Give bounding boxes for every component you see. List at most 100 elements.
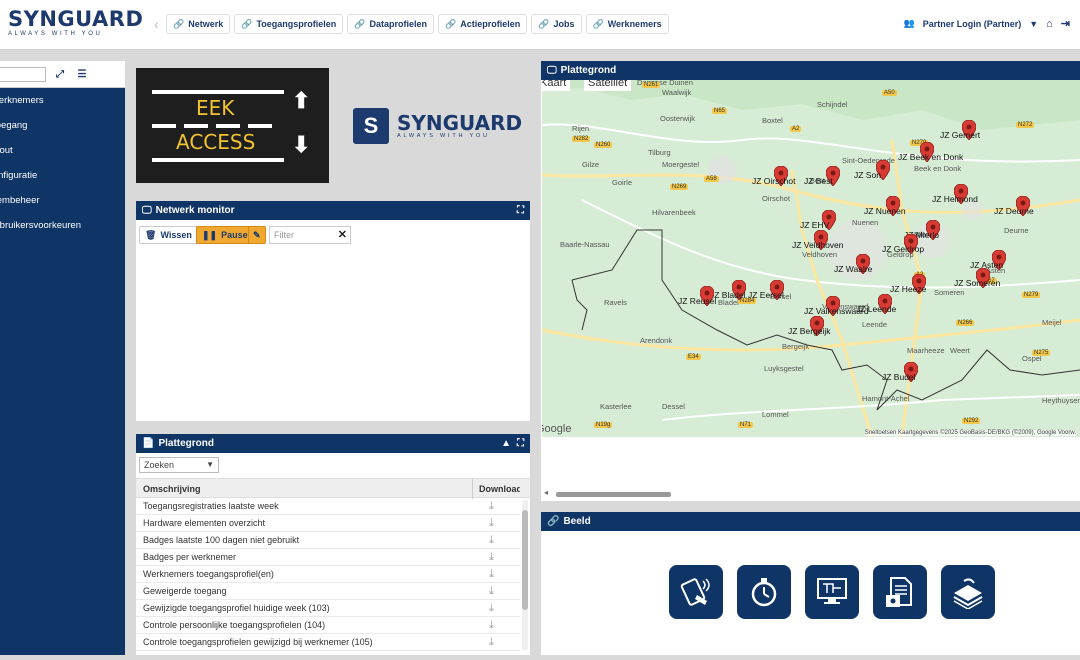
sidebar-item-werknemers[interactable]: Werknemers (0, 91, 125, 111)
map-hscrollbar[interactable]: ◂ (544, 488, 1074, 498)
map-type-satelliet[interactable]: Satelliet (584, 80, 632, 91)
tab-dataprofielen[interactable]: 🔗 Dataprofielen (347, 14, 435, 34)
clear-filter-icon[interactable]: ✕ (338, 227, 347, 243)
pause-button[interactable]: ❚❚ Pause (196, 226, 254, 244)
map-title: Plattegrond (560, 65, 617, 76)
maximize-icon[interactable]: ⛶ (517, 434, 524, 453)
map-pin-label: JZ Helmond (932, 194, 978, 204)
floorplan-monitor-icon[interactable] (805, 565, 859, 619)
map-pin-label: JZ Nuenen (864, 206, 906, 216)
sidebar-search-input[interactable] (0, 67, 46, 82)
map-city-label: Kasterlee (600, 402, 632, 411)
table-row[interactable]: Hardware elementen overzicht ⤓ (136, 515, 520, 532)
map-road-label: N71 (738, 422, 754, 428)
tab-toegangsprofielen[interactable]: 🔗 Toegangsprofielen (234, 14, 344, 34)
sidebar-item-gebruikersvoorkeuren[interactable]: Gebruikersvoorkeuren (0, 216, 125, 236)
logo-name: SYNGUARD (8, 7, 144, 31)
download-icon[interactable]: ⤓ (489, 515, 494, 532)
synguard-logo[interactable]: SYNGUARD ALWAYS WITH YOU (8, 7, 144, 37)
table-row[interactable]: Badges per werknemer ⤓ (136, 549, 520, 566)
tab-jobs[interactable]: 🔗 Jobs (531, 14, 582, 34)
map-panel: 🖵 Plattegrond Kaart Satelliet Dunense Du… (541, 61, 1080, 501)
document-safe-icon[interactable] (873, 565, 927, 619)
maximize-icon[interactable]: ⛶ (517, 201, 524, 220)
table-row[interactable]: Toegangsregistraties laatste week ⤓ (136, 498, 520, 515)
download-icon[interactable]: ⤓ (489, 583, 494, 600)
map-view[interactable]: Kaart Satelliet Dunense Duinen Waalwijk Bo… (542, 80, 1080, 437)
menu-icon[interactable]: ☰ (74, 67, 90, 82)
tab-actieprofielen[interactable]: 🔗 Actieprofielen (438, 14, 528, 34)
map-pin-label: JZ EHV (800, 220, 830, 230)
beeld-panel: 🔗 Beeld (541, 512, 1080, 655)
sidebar-item-systeembeheer[interactable]: Systeembeheer (0, 191, 125, 211)
map-city-label: Meijel (1042, 318, 1062, 327)
table-row[interactable]: Badges laatste 100 dagen niet gebruikt ⤓ (136, 532, 520, 549)
map-city-label: Hilvarenbeek (652, 208, 696, 217)
map-pin-label: JZ Gemert (940, 130, 981, 140)
link-icon: 🔗 (445, 18, 457, 29)
search-select[interactable]: Zoeken ▼ (139, 457, 219, 473)
clear-brush-button[interactable]: ✎ (248, 226, 266, 244)
google-logo: Google (542, 423, 572, 435)
map-city-label: Maarheeze (907, 346, 945, 355)
sidebar-item-configuratie[interactable]: Configuratie (0, 166, 125, 186)
map-city-label: Boxtel (762, 116, 783, 125)
arrow-up-icon: ⬆ (292, 88, 311, 113)
sidebar-item-lay-out[interactable]: Lay-out (0, 141, 125, 161)
table-row[interactable]: Controle persoonlijke toegangsprofielen … (136, 617, 520, 634)
map-attribution[interactable]: Sneltoetsen Kaartgegevens ©2025 GeoBasis… (864, 430, 1076, 436)
map-pin-label: JZ Valkenswaard (804, 306, 869, 316)
download-icon[interactable]: ⤓ (489, 532, 494, 549)
map-city-label: Bergeijk (782, 342, 810, 351)
table-scrollbar[interactable] (522, 500, 528, 650)
map-city-label: Goirle (612, 178, 633, 187)
tab-netwerk[interactable]: 🔗 Netwerk (166, 14, 231, 34)
sidebar-item-toegang[interactable]: Toegang (0, 116, 125, 136)
badge-reader-icon[interactable] (669, 565, 723, 619)
download-icon[interactable]: ⤓ (489, 634, 494, 651)
scroll-left-icon[interactable]: ◂ (544, 488, 548, 497)
tab-werknemers[interactable]: 🔗 Werknemers (585, 14, 669, 34)
download-icon[interactable]: ⤓ (489, 498, 494, 515)
table-row[interactable]: Controle toegangsprofielen gewijzigd bij… (136, 634, 520, 651)
user-area: 👥 Partner Login (Partner) ▼ ⌂ ⇥ (903, 17, 1070, 31)
users-icon: 👥 (903, 18, 915, 28)
collapse-icon[interactable]: ▲ (501, 434, 511, 453)
user-menu[interactable]: Partner Login (Partner) (923, 19, 1022, 29)
sidebar: ⤢ ☰ Werknemers Toegang Lay-out Configura… (0, 61, 125, 655)
table-row[interactable]: Geweigerde toegang ⤓ (136, 583, 520, 600)
map-road-label: N65 (712, 108, 728, 114)
nav-next-icon[interactable]: › (612, 16, 617, 32)
stopwatch-icon[interactable] (737, 565, 791, 619)
map-road-label: A50 (882, 90, 897, 96)
clear-button[interactable]: 🗑 Wissen (139, 226, 198, 244)
link-icon: 🔗 (241, 18, 253, 29)
map-pin-label: JZ Best (804, 176, 833, 186)
brand-name: SYNGUARD (397, 111, 523, 135)
link-icon: 🔗 (538, 18, 550, 29)
filter-input[interactable]: Filter ✕ (269, 226, 351, 244)
table-row[interactable]: Werknemers toegangsprofiel(en) ⤓ (136, 566, 520, 583)
synguard-brand-logo: S SYNGUARD ALWAYS WITH YOU (353, 108, 522, 144)
map-city-label: Ravels (604, 298, 627, 307)
download-icon[interactable]: ⤓ (489, 566, 494, 583)
map-road-label: N19g (594, 422, 613, 428)
map-road-label: N279 (1022, 292, 1041, 298)
home-icon[interactable]: ⌂ (1046, 18, 1053, 30)
column-description[interactable]: Omschrijving (143, 479, 201, 499)
download-icon[interactable]: ⤓ (489, 549, 494, 566)
map-type-kaart[interactable]: Kaart (542, 80, 571, 91)
money-stack-icon[interactable] (941, 565, 995, 619)
chevron-down-icon[interactable]: ▼ (1029, 19, 1038, 29)
map-pin-label: JZ Beek en Donk (898, 152, 964, 162)
download-icon[interactable]: ⤓ (489, 600, 494, 617)
logout-icon[interactable]: ⇥ (1061, 17, 1070, 30)
expand-icon[interactable]: ⤢ (52, 67, 68, 82)
column-download[interactable]: Download (472, 479, 520, 499)
map-city-label: Oosterwijk (660, 114, 696, 123)
nav-prev-icon[interactable]: ‹ (154, 16, 159, 32)
map-road-label: N260 (594, 142, 613, 148)
table-row[interactable]: Gewijzigde toegangsprofiel huidige week … (136, 600, 520, 617)
map-city-label: Baarle-Nassau (560, 240, 610, 249)
download-icon[interactable]: ⤓ (489, 617, 494, 634)
